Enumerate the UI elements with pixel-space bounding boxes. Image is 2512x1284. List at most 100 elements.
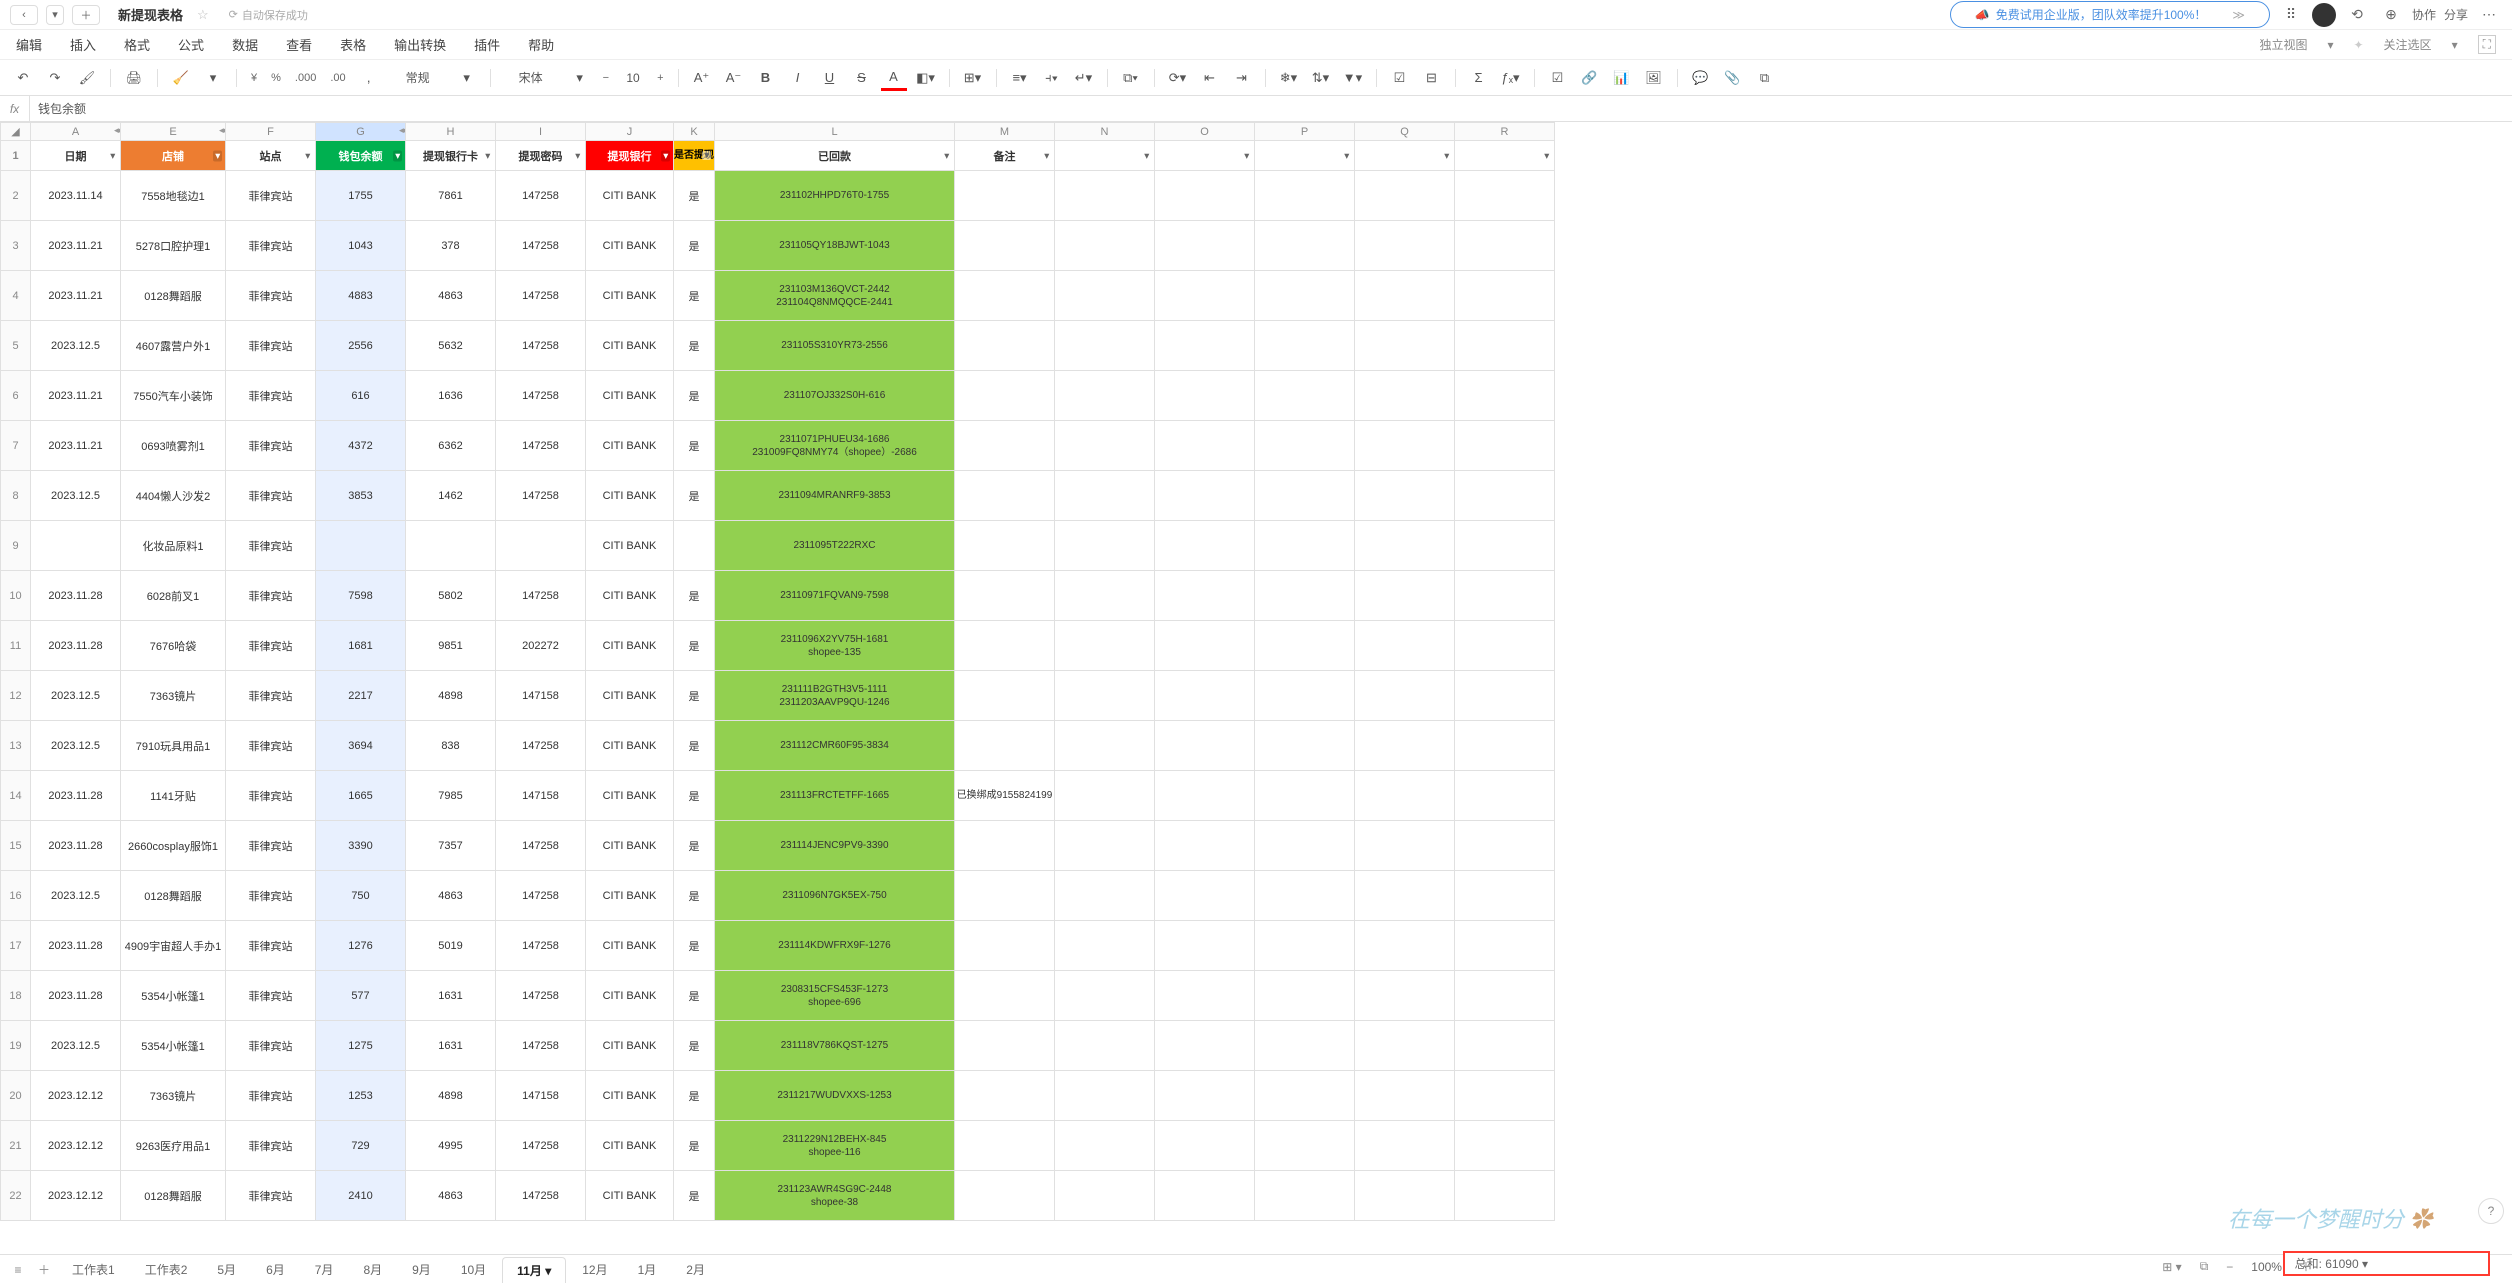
status-sum[interactable]: 总和: 61090 ▾ xyxy=(2283,1251,2490,1276)
header-site[interactable]: 站点▾ xyxy=(226,141,316,171)
row-header[interactable]: 21 xyxy=(1,1121,31,1171)
align-icon[interactable]: ≡▾ xyxy=(1007,65,1033,91)
fontsize-large-icon[interactable]: A⁺ xyxy=(689,65,715,91)
numfmt-dropdown-icon[interactable]: ▾ xyxy=(454,65,480,91)
row-header[interactable]: 5 xyxy=(1,321,31,371)
more-icon[interactable]: ⋯ xyxy=(2476,2,2502,28)
table-row[interactable]: 202023.12.127363镜片菲律宾站12534898147158CITI… xyxy=(1,1071,1555,1121)
col-header[interactable]: O xyxy=(1155,123,1255,141)
view-mode[interactable]: 独立视图 xyxy=(2259,36,2307,53)
table-row[interactable]: 52023.12.54607露营户外1菲律宾站25565632147258CIT… xyxy=(1,321,1555,371)
add-sheet-icon[interactable]: ＋ xyxy=(32,1261,56,1278)
row-header[interactable]: 18 xyxy=(1,971,31,1021)
chart-icon[interactable]: 📊 xyxy=(1609,65,1635,91)
filter-icon[interactable]: ▾ xyxy=(303,150,312,161)
sheet-tab[interactable]: 6月 xyxy=(252,1257,299,1283)
screenshot-icon[interactable]: ⧉ xyxy=(1752,65,1778,91)
table-row[interactable]: 72023.11.210693喷雾剂1菲律宾站43726362147258CIT… xyxy=(1,421,1555,471)
fill-color-icon[interactable]: ◧▾ xyxy=(913,65,939,91)
paint-format-icon[interactable]: 🖌 xyxy=(74,65,100,91)
table-row[interactable]: 152023.11.282660cosplay服饰1菲律宾站3390735714… xyxy=(1,821,1555,871)
sum-icon[interactable]: Σ xyxy=(1466,65,1492,91)
header-empty[interactable]: ▾ xyxy=(1455,141,1555,171)
table-row[interactable]: 22023.11.147558地毯边1菲律宾站17557861147258CIT… xyxy=(1,171,1555,221)
table-row[interactable]: 192023.12.55354小帐篷1菲律宾站12751631147258CIT… xyxy=(1,1021,1555,1071)
format-dropdown-icon[interactable]: ▾ xyxy=(200,65,226,91)
table-row[interactable]: 102023.11.286028前叉1菲律宾站75985802147258CIT… xyxy=(1,571,1555,621)
decimal-inc-icon[interactable]: .00 xyxy=(326,65,349,91)
sheet-tab[interactable]: 8月 xyxy=(349,1257,396,1283)
menu-help[interactable]: 帮助 xyxy=(528,35,554,54)
row-header[interactable]: 1 xyxy=(1,141,31,171)
border-icon[interactable]: ⊞▾ xyxy=(960,65,986,91)
menu-format[interactable]: 格式 xyxy=(124,35,150,54)
tabs-menu-icon[interactable]: ≡ xyxy=(6,1263,30,1277)
col-header[interactable]: N xyxy=(1055,123,1155,141)
sheet-tab[interactable]: 9月 xyxy=(398,1257,445,1283)
table-row[interactable]: 172023.11.284909宇宙超人手办1菲律宾站1276501914725… xyxy=(1,921,1555,971)
header-wallet[interactable]: 钱包余额▾ xyxy=(316,141,406,171)
menu-data[interactable]: 数据 xyxy=(232,35,258,54)
row-header[interactable]: 11 xyxy=(1,621,31,671)
zoom-level[interactable]: 100% xyxy=(2251,1260,2282,1274)
valign-icon[interactable]: ⫞▾ xyxy=(1039,65,1065,91)
decimal-dec-icon[interactable]: .000 xyxy=(291,65,320,91)
row-header[interactable]: 19 xyxy=(1,1021,31,1071)
col-header[interactable]: Q xyxy=(1355,123,1455,141)
user-avatar[interactable] xyxy=(2312,3,2336,27)
link-icon[interactable]: 🔗 xyxy=(1577,65,1603,91)
rotate-icon[interactable]: ⟳▾ xyxy=(1165,65,1191,91)
row-header[interactable]: 20 xyxy=(1,1071,31,1121)
row-header[interactable]: 12 xyxy=(1,671,31,721)
row-header[interactable]: 6 xyxy=(1,371,31,421)
sort-icon[interactable]: ⇅▾ xyxy=(1308,65,1334,91)
table-row[interactable]: 162023.12.50128舞蹈服菲律宾站7504863147258CITI … xyxy=(1,871,1555,921)
percent-icon[interactable]: % xyxy=(267,65,285,91)
col-header[interactable]: M xyxy=(955,123,1055,141)
header-bank[interactable]: 提现银行▾ xyxy=(586,141,674,171)
menu-plugin[interactable]: 插件 xyxy=(474,35,500,54)
table-row[interactable]: 132023.12.57910玩具用品1菲律宾站3694838147258CIT… xyxy=(1,721,1555,771)
sheet-tab[interactable]: 10月 xyxy=(447,1257,500,1283)
table-row[interactable]: 182023.11.285354小帐篷1菲律宾站5771631147258CIT… xyxy=(1,971,1555,1021)
col-header[interactable]: P xyxy=(1255,123,1355,141)
strike-icon[interactable]: S xyxy=(849,65,875,91)
font-color-icon[interactable]: A xyxy=(881,65,907,91)
filter-icon[interactable]: ▾ xyxy=(213,150,222,161)
table-row[interactable]: 9化妆品原料1菲律宾站CITI BANK2311095T222RXC xyxy=(1,521,1555,571)
row-header[interactable]: 10 xyxy=(1,571,31,621)
fontsize-inc-icon[interactable]: + xyxy=(653,65,667,91)
header-empty[interactable]: ▾ xyxy=(1355,141,1455,171)
row-header[interactable]: 8 xyxy=(1,471,31,521)
filter-icon[interactable]: ▾ xyxy=(1242,150,1251,161)
filter-icon[interactable]: ▾ xyxy=(573,150,582,161)
filter-icon[interactable]: ▾ xyxy=(702,151,711,161)
filter-icon[interactable]: ▾ xyxy=(1342,150,1351,161)
filter-icon[interactable]: ▾ xyxy=(661,150,670,161)
apps-icon[interactable]: ⠿ xyxy=(2278,2,2304,28)
menu-edit[interactable]: 编辑 xyxy=(16,35,42,54)
fontsize-small-icon[interactable]: A⁻ xyxy=(721,65,747,91)
menu-export[interactable]: 输出转换 xyxy=(394,35,446,54)
follow-selection[interactable]: 关注选区 xyxy=(2384,36,2432,53)
indent-dec-icon[interactable]: ⇤ xyxy=(1197,65,1223,91)
sheet-tab[interactable]: 2月 xyxy=(672,1257,719,1283)
row-header[interactable]: 9 xyxy=(1,521,31,571)
header-bankcard[interactable]: 提现银行卡▾ xyxy=(406,141,496,171)
settings-icon[interactable]: ⊕ xyxy=(2378,2,2404,28)
filter-icon[interactable]: ▾ xyxy=(1542,150,1551,161)
header-date[interactable]: 日期▾ xyxy=(31,141,121,171)
view-page-icon[interactable]: ⧉ xyxy=(2200,1259,2209,1274)
row-header[interactable]: 7 xyxy=(1,421,31,471)
filter-icon[interactable]: ▼▾ xyxy=(1340,65,1366,91)
menu-table[interactable]: 表格 xyxy=(340,35,366,54)
row-header[interactable]: 14 xyxy=(1,771,31,821)
currency-icon[interactable]: ¥ xyxy=(247,65,261,91)
col-header[interactable]: H xyxy=(406,123,496,141)
share-link[interactable]: 分享 xyxy=(2444,6,2468,23)
sheet-tab[interactable]: 7月 xyxy=(301,1257,348,1283)
zoom-in-icon[interactable]: ＋ xyxy=(2300,1258,2312,1275)
col-header[interactable]: L xyxy=(715,123,955,141)
sheet-tab[interactable]: 工作表2 xyxy=(131,1257,202,1283)
promo-banner[interactable]: 📣免费试用企业版，团队效率提升100%！≫ xyxy=(1950,1,2270,28)
